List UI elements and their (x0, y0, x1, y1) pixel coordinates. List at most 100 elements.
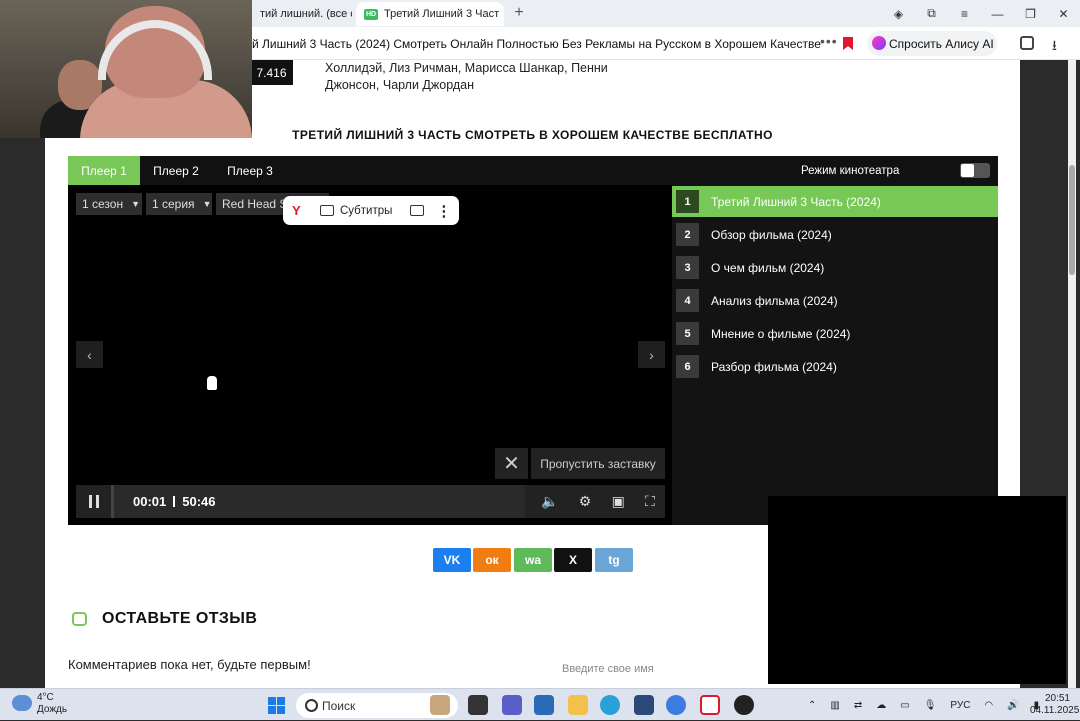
cloud-icon[interactable]: ☁ (876, 700, 886, 711)
skip-intro-button[interactable]: Пропустить заставку (531, 448, 665, 479)
share-telegram-button[interactable]: tg (595, 548, 633, 572)
playlist-item[interactable]: 4 Анализ фильма (2024) (672, 285, 998, 316)
playlist-item[interactable]: 3 О чем фильм (2024) (672, 252, 998, 283)
cinema-mode-label: Режим кинотеатра (801, 164, 900, 177)
chevron-up-icon[interactable]: ⌃ (808, 700, 816, 711)
clock[interactable]: 20:51 04.11.2025 (1030, 693, 1080, 717)
chevron-down-icon: ▼ (131, 199, 141, 209)
episode-select[interactable]: 1 серия ▼ (146, 193, 212, 215)
edge-icon[interactable] (600, 695, 620, 715)
cast-list: Холлидэй, Лиз Ричман, Марисса Шанкар, Пе… (325, 60, 645, 94)
prev-arrow-button[interactable]: ‹ (76, 341, 103, 368)
subtitles-icon[interactable] (320, 205, 334, 216)
close-window-button[interactable]: ✕ (1047, 7, 1080, 21)
ask-alice-button[interactable]: Спросить Алису AI (867, 31, 997, 56)
windows-taskbar: 4°C Дождь Поиск ⌃ ▥ ⇄ ☁ ▭ 🎙 РУС ◠ 🔊 ▮ 20… (0, 688, 1080, 720)
system-tray: ⌃ ▥ ⇄ ☁ ▭ 🎙 РУС ◠ 🔊 ▮ (808, 689, 1053, 721)
clock-date: 04.11.2025 (1030, 705, 1080, 716)
translate-icon[interactable] (1020, 36, 1034, 50)
wifi-icon[interactable]: ◠ (984, 700, 993, 711)
no-comments-text: Комментариев пока нет, будьте первым! (68, 657, 311, 672)
name-input[interactable]: Введите свое имя (562, 663, 654, 675)
season-select[interactable]: 1 сезон ▼ (76, 193, 142, 215)
fullscreen-icon[interactable]: ⛶ (645, 493, 655, 510)
playlist-item[interactable]: 5 Мнение о фильме (2024) (672, 318, 998, 349)
browser-tab[interactable]: тий лишний. (все сер (252, 2, 352, 26)
playlist-title: Анализ фильма (2024) (711, 293, 838, 308)
language-indicator[interactable]: РУС (950, 700, 970, 711)
video-area[interactable]: 1 сезон ▼ 1 серия ▼ Red Head Sound Y Субти… (68, 185, 672, 525)
picture-in-picture-icon[interactable]: ▣ (612, 493, 625, 510)
odnoklassniki-icon: ок (485, 553, 499, 567)
pause-icon (88, 495, 92, 508)
page-scrollbar[interactable] (1068, 60, 1076, 688)
tab-label: тий лишний. (все сер (260, 8, 352, 20)
player-right-controls: 🔈 ⚙ ▣ ⛶ (531, 485, 665, 518)
yandex-browser-icon[interactable] (700, 695, 720, 715)
subtitles-button[interactable]: Субтитры (340, 205, 392, 217)
address-bar[interactable]: й Лишний 3 Часть (2024) Смотреть Онлайн … (252, 31, 862, 56)
microphone-icon[interactable]: 🎙 (924, 700, 937, 711)
hand-cursor-icon (206, 375, 218, 391)
pause-button[interactable] (76, 485, 111, 518)
tab-player-2[interactable]: Плеер 2 (140, 156, 212, 185)
cinema-mode-toggle[interactable] (960, 163, 990, 178)
playlist-item[interactable]: 1 Третий Лишний 3 Часть (2024) (672, 186, 998, 217)
time-total: 50:46 (182, 494, 216, 509)
app-tray-icon[interactable]: ▥ (830, 700, 839, 711)
season-value: 1 сезон (82, 197, 124, 211)
weather-widget[interactable]: 4°C Дождь (37, 692, 67, 716)
tab-player-3[interactable]: Плеер 3 (216, 156, 284, 185)
review-heading: ОСТАВЬТЕ ОТЗЫВ (102, 610, 258, 627)
video-player: Плеер 1 Плеер 2 Плеер 3 Режим кинотеатра… (68, 156, 998, 525)
picture-in-picture-icon[interactable] (410, 205, 425, 216)
share-whatsapp-button[interactable]: wa (514, 548, 552, 572)
obs-icon[interactable] (734, 695, 754, 715)
player-tabs: Плеер 1 Плеер 2 Плеер 3 Режим кинотеатра (68, 156, 998, 185)
black-overlay-window (768, 496, 1066, 684)
start-button[interactable] (268, 697, 285, 714)
extensions-icon[interactable]: ◈ (882, 7, 915, 21)
volume-icon[interactable]: 🔈 (541, 493, 558, 510)
share-x-button[interactable]: X (554, 548, 592, 572)
window-controls: ◈ ⧉ ≡ — ❐ ✕ (882, 0, 1080, 27)
scrollbar-thumb[interactable] (1069, 165, 1075, 275)
next-arrow-button[interactable]: › (638, 341, 665, 368)
close-tab-icon[interactable]: ✕ (499, 7, 504, 21)
restore-button[interactable]: ❐ (1014, 7, 1047, 21)
taskview-icon[interactable] (468, 695, 488, 715)
share-ok-button[interactable]: ок (473, 548, 511, 572)
new-tab-button[interactable]: + (510, 4, 528, 22)
settings-icon[interactable]: ⚙ (579, 493, 592, 510)
browser-tab-active[interactable]: HD Третий Лишний 3 Част ✕ (356, 2, 504, 26)
volume-icon[interactable]: 🔊 (1007, 700, 1019, 711)
playlist-number: 1 (676, 190, 699, 213)
minimize-button[interactable]: — (981, 7, 1014, 21)
playlist-item[interactable]: 6 Разбор фильма (2024) (672, 351, 998, 382)
playlist-title: Обзор фильма (2024) (711, 227, 832, 242)
close-skip-button[interactable]: ✕ (495, 448, 528, 479)
collections-icon[interactable]: ⧉ (915, 6, 948, 21)
episode-value: 1 серия (152, 197, 195, 211)
store-icon[interactable] (534, 695, 554, 715)
playlist: 1 Третий Лишний 3 Часть (2024) 2 Обзор ф… (672, 185, 998, 525)
tab-player-1[interactable]: Плеер 1 (68, 156, 140, 185)
more-icon[interactable]: ••• (820, 33, 838, 49)
messenger-icon[interactable] (666, 695, 686, 715)
download-icon[interactable]: ⭳ (1052, 35, 1057, 59)
x-icon: X (568, 553, 577, 567)
network-icon[interactable]: ▭ (900, 700, 909, 711)
clock-time: 20:51 (1044, 693, 1070, 704)
widget-icon[interactable] (430, 695, 450, 715)
app-icon[interactable] (634, 695, 654, 715)
app-tray-icon[interactable]: ⇄ (854, 700, 862, 711)
yandex-logo-icon[interactable]: Y (292, 203, 308, 218)
playlist-item[interactable]: 2 Обзор фильма (2024) (672, 219, 998, 250)
playlist-title: Мнение о фильме (2024) (711, 326, 851, 341)
menu-icon[interactable]: ≡ (948, 7, 981, 21)
share-vk-button[interactable]: VK (433, 548, 471, 572)
file-explorer-icon[interactable] (568, 695, 588, 715)
more-vertical-icon[interactable]: ⋮ (436, 202, 451, 220)
weather-icon[interactable] (12, 695, 32, 711)
teams-icon[interactable] (502, 695, 522, 715)
